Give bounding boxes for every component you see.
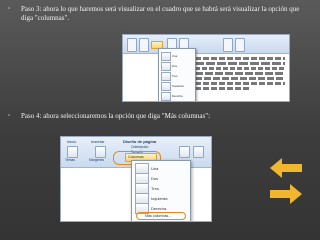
menu-item-tres[interactable]: Tres <box>161 72 193 81</box>
screenshot-columns-menu: Una Dos Tres Izquierda Derecha <box>122 34 290 102</box>
ribbon <box>123 35 289 54</box>
themes-icon <box>67 146 78 158</box>
document-text <box>195 57 285 90</box>
columns-dropdown: Una Dos Tres Izquierda Derecha Más colum… <box>131 160 191 221</box>
menu-item-izquierda[interactable]: Izquierda <box>135 193 187 204</box>
arrow-left-icon <box>270 158 302 178</box>
themes-icon <box>127 38 137 52</box>
arrange-icon <box>235 38 245 52</box>
screenshot-more-columns: Inicio Insertar Diseño de página Temas M… <box>60 136 212 222</box>
menu-item-dos[interactable]: Dos <box>161 62 193 71</box>
menu-item-una[interactable]: Una <box>161 52 193 61</box>
bullet-icon: ▫ <box>8 6 11 12</box>
bullet-icon: ▫ <box>8 113 11 119</box>
tab-inicio[interactable]: Inicio <box>67 139 76 144</box>
step-3-text: Paso 3: ahora lo que haremos será visual… <box>21 5 300 22</box>
menu-item-izquierda[interactable]: Izquierda <box>161 82 193 91</box>
tab-diseno-de-pagina[interactable]: Diseño de página <box>123 139 156 144</box>
margins-icon <box>95 146 106 158</box>
columns-dropdown: Una Dos Tres Izquierda Derecha <box>158 48 196 101</box>
three-columns-icon <box>161 72 171 81</box>
left-column-icon <box>161 82 171 91</box>
step-4-text: Paso 4: ahora seleccionaremos la opción … <box>21 112 211 120</box>
slide: ▫ Paso 3: ahora lo que haremos será visu… <box>0 0 320 240</box>
page-color-icon <box>193 146 204 158</box>
menu-item-una[interactable]: Una <box>135 163 187 174</box>
menu-item-tres[interactable]: Tres <box>135 183 187 194</box>
margins-label[interactable]: Márgenes <box>89 158 104 162</box>
arrow-right-icon <box>270 184 302 204</box>
more-columns-option[interactable]: Más columnas... <box>136 212 186 220</box>
two-columns-icon <box>161 62 171 71</box>
margins-icon <box>139 38 149 52</box>
tab-insertar[interactable]: Insertar <box>91 139 105 144</box>
menu-item-derecha[interactable]: Derecha <box>161 92 193 101</box>
one-column-icon <box>161 52 171 61</box>
themes-label[interactable]: Temas <box>65 158 75 162</box>
menu-item-dos[interactable]: Dos <box>135 173 187 184</box>
paragraph-icon <box>223 38 233 52</box>
watermark-icon <box>179 146 190 158</box>
right-column-icon <box>161 92 171 101</box>
orientation-label[interactable]: Orientación <box>131 145 148 149</box>
